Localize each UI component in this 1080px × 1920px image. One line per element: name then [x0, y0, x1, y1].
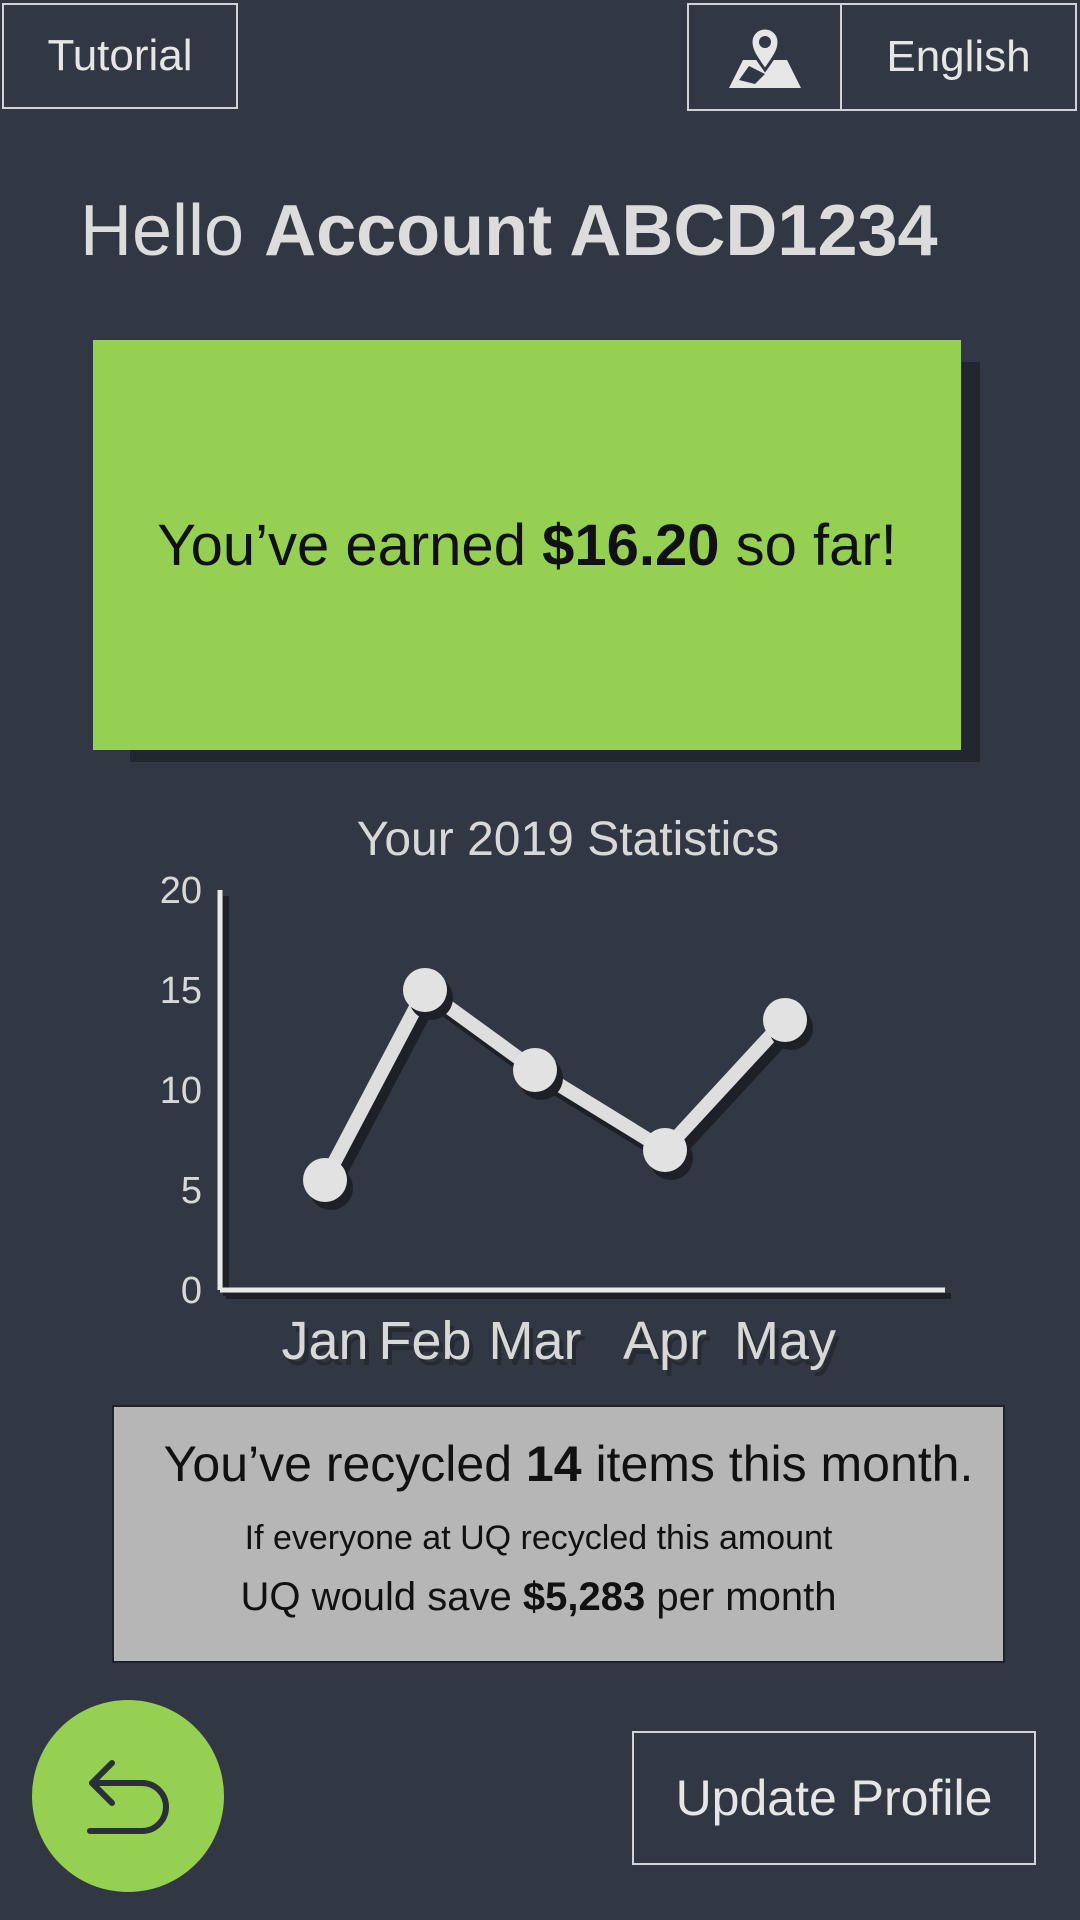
- chart-title: Your 2019 Statistics: [357, 815, 779, 866]
- greeting-prefix: Hello: [80, 191, 245, 271]
- data-point: [643, 1128, 687, 1172]
- y-tick-label: 10: [160, 1070, 202, 1112]
- savings-line: UQ would save $5,283 per month: [114, 1575, 1003, 1620]
- y-tick-label: 0: [181, 1270, 202, 1312]
- x-tick-label: Jan: [281, 1311, 368, 1371]
- savings-suffix: per month: [656, 1575, 837, 1619]
- earnings-suffix: so far!: [735, 512, 897, 578]
- earnings-amount: $16.20: [542, 512, 720, 578]
- data-point: [403, 968, 447, 1012]
- data-point: [303, 1158, 347, 1202]
- account-name: Account ABCD1234: [264, 191, 938, 271]
- recycled-count: 14: [525, 1436, 582, 1492]
- tutorial-button[interactable]: Tutorial: [2, 3, 238, 109]
- x-tick-label: Feb: [378, 1311, 471, 1371]
- recycling-stats-card: You’ve recycled 14 items this month. If …: [112, 1405, 1005, 1663]
- greeting-title: Hello Account ABCD1234: [80, 190, 938, 272]
- data-point: [513, 1048, 557, 1092]
- data-point: [763, 998, 807, 1042]
- x-tick-label: Mar: [489, 1311, 582, 1371]
- chart-series: [303, 968, 813, 1210]
- earnings-prefix: You’ve earned: [157, 512, 526, 578]
- x-tick-label: Apr: [623, 1311, 707, 1371]
- projection-line: If everyone at UQ recycled this amount: [244, 1519, 833, 1557]
- language-button[interactable]: English: [840, 3, 1077, 111]
- chart-y-ticks: 0 5 10 15 20: [160, 870, 202, 1312]
- map-button[interactable]: [687, 3, 842, 111]
- undo-arrow-icon: [87, 1760, 169, 1834]
- y-tick-label: 20: [160, 870, 202, 912]
- map-pin-icon: [728, 26, 801, 88]
- statistics-chart: Your 2019 Statistics 05101520 JanJan FebF…: [160, 815, 951, 1377]
- savings-prefix: UQ would save: [240, 1575, 512, 1619]
- recycled-suffix: items this month.: [595, 1436, 974, 1492]
- chart-x-ticks: JanJan FebFeb MarMar AprApr MayMay: [281, 1311, 840, 1377]
- y-tick-label: 5: [181, 1170, 202, 1212]
- savings-amount: $5,283: [522, 1575, 646, 1619]
- earnings-card: You’ve earned $16.20 so far!: [93, 340, 961, 750]
- recycled-count-line: You’ve recycled 14 items this month.: [114, 1435, 1003, 1493]
- recycled-prefix: You’ve recycled: [163, 1436, 513, 1492]
- update-profile-button[interactable]: Update Profile: [632, 1731, 1036, 1865]
- y-tick-label: 15: [160, 970, 202, 1012]
- back-button[interactable]: [32, 1700, 224, 1892]
- x-tick-label: May: [734, 1311, 836, 1371]
